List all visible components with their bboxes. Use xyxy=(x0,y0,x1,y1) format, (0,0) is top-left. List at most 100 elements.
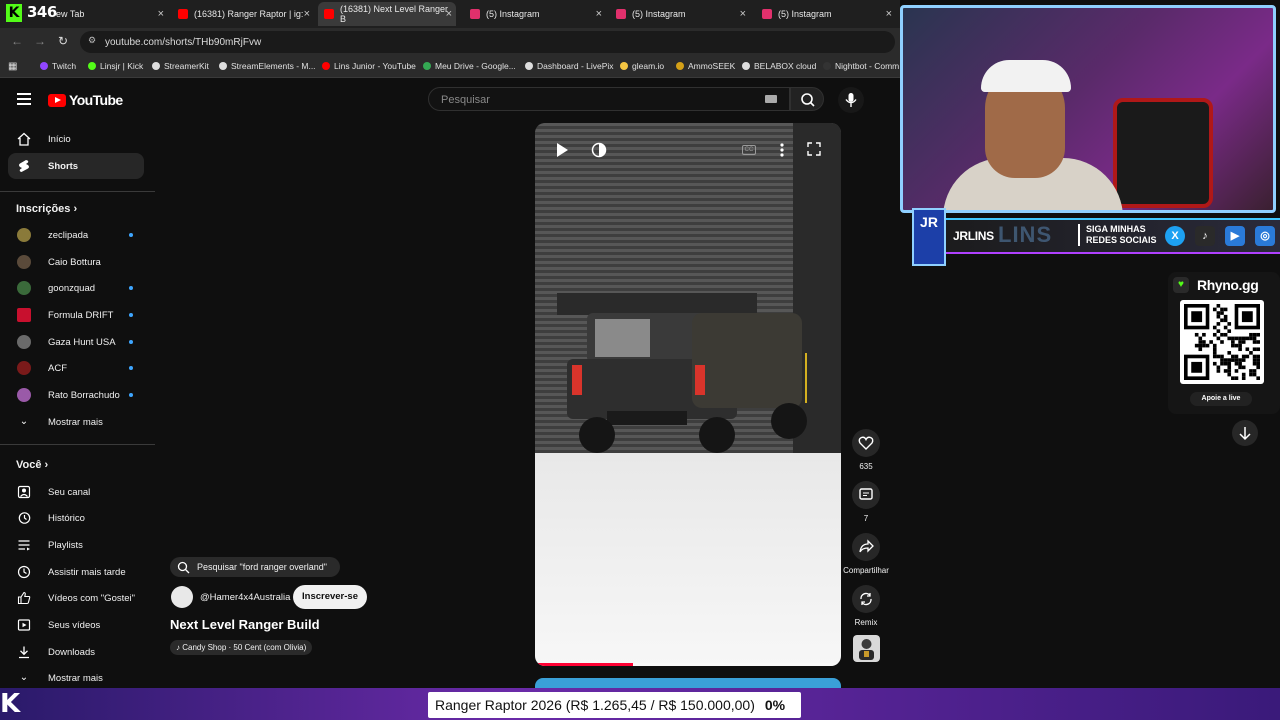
volume-icon[interactable] xyxy=(591,142,607,158)
sidebar-item-label: Playlists xyxy=(48,539,83,551)
subscription-item[interactable]: Gaza Hunt USA xyxy=(8,329,144,355)
channel-avatar[interactable] xyxy=(171,586,193,608)
subscription-item[interactable]: Formula DRIFT xyxy=(8,302,144,328)
tab-title: (16381) Next Level Ranger B xyxy=(339,4,449,24)
sidebar-item-shorts[interactable]: Shorts xyxy=(8,153,144,179)
bookmark-item[interactable]: Lins Junior - YouTube xyxy=(322,61,416,71)
search-input[interactable]: Pesquisar xyxy=(428,87,790,111)
browser-tab[interactable]: ew Tab × xyxy=(56,4,164,24)
you-heading[interactable]: Você › xyxy=(16,459,48,471)
video-progress-bar[interactable] xyxy=(535,663,841,666)
browser-tab[interactable]: (5) Instagram × xyxy=(470,4,602,24)
more-options-icon[interactable] xyxy=(779,142,785,158)
forward-icon[interactable]: → xyxy=(34,34,46,48)
short-video-player[interactable]: CC xyxy=(535,123,841,666)
close-icon[interactable]: × xyxy=(158,8,164,20)
search-button[interactable] xyxy=(790,87,824,111)
bookmark-label: AmmoSEEK xyxy=(688,61,736,71)
sound-chip[interactable]: ♪ Candy Shop · 50 Cent (com Olivia) xyxy=(170,640,313,655)
reload-icon[interactable]: ↻ xyxy=(58,34,68,48)
sidebar-item-home[interactable]: Início xyxy=(8,126,144,152)
subscription-item[interactable]: Caio Bottura xyxy=(8,249,144,275)
donation-goal: Ranger Raptor 2026 (R$ 1.265,45 / R$ 150… xyxy=(428,692,801,718)
subscribe-button[interactable]: Inscrever-se xyxy=(293,585,367,609)
music-note-icon: ♪ xyxy=(176,643,180,652)
next-short-preview[interactable] xyxy=(535,678,841,688)
streamer-name: JRLINS xyxy=(953,229,994,243)
remix-button[interactable] xyxy=(852,585,880,613)
bookmark-item[interactable]: Nightbot - Comm xyxy=(823,61,899,71)
subscription-label: Caio Bottura xyxy=(48,256,101,268)
bookmark-item[interactable]: BELABOX cloud xyxy=(742,61,816,71)
subscription-item[interactable]: zeclipada xyxy=(8,222,144,248)
sidebar-item-liked-videos[interactable]: Vídeos com "Gostei" xyxy=(8,585,144,611)
sidebar-item-label: Downloads xyxy=(48,646,95,658)
sidebar-item-your-channel[interactable]: Seu canal xyxy=(8,479,144,505)
comment-count: 7 xyxy=(863,514,869,523)
you-heading-label: Você xyxy=(16,459,42,471)
bookmark-item[interactable]: gleam.io xyxy=(620,61,664,71)
browser-tab[interactable]: (5) Instagram × xyxy=(616,4,746,24)
bookmark-label: Twitch xyxy=(52,61,77,71)
youtube-logo[interactable]: YouTube xyxy=(48,92,123,108)
tiktok-icon: ♪ xyxy=(1195,226,1215,246)
close-icon[interactable]: × xyxy=(740,8,746,20)
sidebar-item-label: Histórico xyxy=(48,512,85,524)
sidebar-item-your-videos[interactable]: Seus vídeos xyxy=(8,612,144,638)
sidebar-item-label: Shorts xyxy=(48,160,79,172)
menu-icon[interactable] xyxy=(17,93,31,105)
bookmark-item[interactable]: Twitch xyxy=(40,61,76,71)
bookmark-icon xyxy=(525,62,533,70)
close-icon[interactable]: × xyxy=(596,8,602,20)
search-icon xyxy=(801,93,815,107)
short-title[interactable]: Next Level Ranger Build xyxy=(170,617,320,632)
avatar xyxy=(17,335,31,349)
bookmark-item[interactable]: Dashboard - LivePix xyxy=(525,61,614,71)
back-icon[interactable]: ← xyxy=(11,34,23,48)
like-count: 635 xyxy=(859,462,873,471)
subscription-item[interactable]: goonzquad xyxy=(8,275,144,301)
fullscreen-icon[interactable] xyxy=(807,142,821,156)
bookmark-item[interactable]: Meu Drive - Google... xyxy=(423,61,516,71)
show-more-button[interactable]: ⌄ Mostrar mais xyxy=(8,409,144,435)
captions-icon[interactable]: CC xyxy=(742,145,756,155)
voice-search-button[interactable] xyxy=(838,87,864,113)
apps-grid-icon[interactable]: ▦ xyxy=(8,61,17,72)
browser-tab[interactable]: (16381) Ranger Raptor | ig: × xyxy=(178,4,310,24)
scroll-down-button[interactable] xyxy=(1232,420,1258,446)
avatar xyxy=(17,281,31,295)
subscription-item[interactable]: Rato Borrachudo xyxy=(8,382,144,408)
related-search-text[interactable]: Pesquisar "ford ranger overland" xyxy=(197,562,327,572)
bookmark-item[interactable]: AmmoSEEK xyxy=(676,61,735,71)
sidebar-item-watch-later[interactable]: Assistir mais tarde xyxy=(8,559,144,585)
browser-tab-active[interactable]: (16381) Next Level Ranger B × xyxy=(318,2,456,26)
close-icon[interactable]: × xyxy=(304,8,310,20)
channel-name[interactable]: @Hamer4x4Australia xyxy=(200,592,290,603)
subscriptions-heading[interactable]: Inscrições › xyxy=(16,203,77,215)
share-label: Compartilhar xyxy=(843,566,889,575)
sidebar-item-history[interactable]: Histórico xyxy=(8,505,144,531)
share-icon xyxy=(859,539,874,553)
youtube-play-icon xyxy=(48,93,66,107)
browser-tab[interactable]: (5) Instagram × xyxy=(762,4,892,24)
sound-thumbnail[interactable] xyxy=(853,635,880,662)
bookmark-item[interactable]: Linsjr | Kick xyxy=(88,61,143,71)
bookmark-item[interactable]: StreamerKit xyxy=(152,61,209,71)
sidebar-item-playlists[interactable]: Playlists xyxy=(8,532,144,558)
close-icon[interactable]: × xyxy=(886,8,892,20)
subscription-item[interactable]: ACF xyxy=(8,355,144,381)
share-button[interactable] xyxy=(852,533,880,561)
bookmark-item[interactable]: StreamElements - M... xyxy=(219,61,316,71)
play-icon[interactable] xyxy=(555,142,569,158)
site-info-icon[interactable]: ⚙ xyxy=(88,35,96,46)
close-icon[interactable]: × xyxy=(446,8,452,20)
bookmark-label: BELABOX cloud xyxy=(754,61,817,71)
sidebar-item-downloads[interactable]: Downloads xyxy=(8,639,144,665)
url-text[interactable]: youtube.com/shorts/THb90mRjFvw xyxy=(105,37,261,48)
like-button[interactable] xyxy=(852,429,880,457)
rhyno-title: Rhyno.gg xyxy=(1197,277,1259,293)
comments-button[interactable] xyxy=(852,481,880,509)
subscription-label: Formula DRIFT xyxy=(48,309,114,321)
keyboard-icon[interactable] xyxy=(765,95,777,103)
chevron-right-icon: › xyxy=(73,203,78,215)
